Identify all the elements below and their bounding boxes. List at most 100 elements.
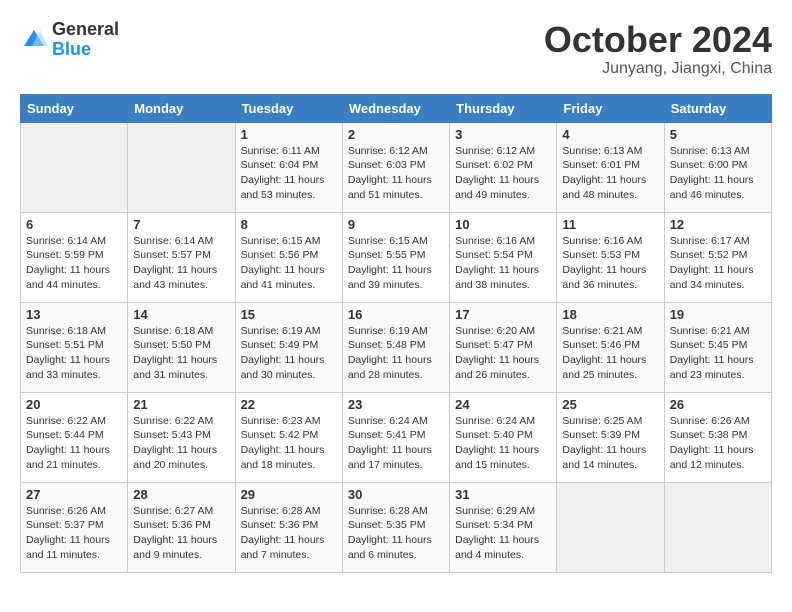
day-number: 22 bbox=[241, 397, 337, 412]
week-row-1: 1 Sunrise: 6:11 AM Sunset: 6:04 PM Daylig… bbox=[21, 122, 772, 212]
day-cell bbox=[664, 482, 771, 572]
day-cell: 28 Sunrise: 6:27 AM Sunset: 5:36 PM Dayli… bbox=[128, 482, 235, 572]
day-number: 23 bbox=[348, 397, 444, 412]
day-detail: Sunrise: 6:12 AM Sunset: 6:02 PM Dayligh… bbox=[455, 144, 551, 203]
day-cell: 23 Sunrise: 6:24 AM Sunset: 5:41 PM Dayli… bbox=[342, 392, 449, 482]
day-detail: Sunrise: 6:16 AM Sunset: 5:54 PM Dayligh… bbox=[455, 234, 551, 293]
weekday-header-friday: Friday bbox=[557, 94, 664, 122]
day-number: 29 bbox=[241, 487, 337, 502]
day-number: 1 bbox=[241, 127, 337, 142]
day-cell: 16 Sunrise: 6:19 AM Sunset: 5:48 PM Dayli… bbox=[342, 302, 449, 392]
day-detail: Sunrise: 6:16 AM Sunset: 5:53 PM Dayligh… bbox=[562, 234, 658, 293]
day-cell: 6 Sunrise: 6:14 AM Sunset: 5:59 PM Daylig… bbox=[21, 212, 128, 302]
day-cell: 17 Sunrise: 6:20 AM Sunset: 5:47 PM Dayli… bbox=[450, 302, 557, 392]
day-detail: Sunrise: 6:23 AM Sunset: 5:42 PM Dayligh… bbox=[241, 414, 337, 473]
day-cell: 5Sunrise: 6:13 AM Sunset: 6:00 PM Daylig… bbox=[664, 122, 771, 212]
logo-icon bbox=[20, 26, 48, 54]
week-row-5: 27Sunrise: 6:26 AM Sunset: 5:37 PM Dayli… bbox=[21, 482, 772, 572]
day-detail: Sunrise: 6:15 AM Sunset: 5:55 PM Dayligh… bbox=[348, 234, 444, 293]
day-detail: Sunrise: 6:18 AM Sunset: 5:50 PM Dayligh… bbox=[133, 324, 229, 383]
day-detail: Sunrise: 6:24 AM Sunset: 5:40 PM Dayligh… bbox=[455, 414, 551, 473]
day-number: 6 bbox=[26, 217, 122, 232]
calendar-table: SundayMondayTuesdayWednesdayThursdayFrid… bbox=[20, 94, 772, 573]
logo-blue-text: Blue bbox=[52, 39, 91, 59]
day-number: 21 bbox=[133, 397, 229, 412]
day-number: 12 bbox=[670, 217, 766, 232]
weekday-header-saturday: Saturday bbox=[664, 94, 771, 122]
day-cell: 15 Sunrise: 6:19 AM Sunset: 5:49 PM Dayli… bbox=[235, 302, 342, 392]
day-cell: 8 Sunrise: 6:15 AM Sunset: 5:56 PM Daylig… bbox=[235, 212, 342, 302]
day-number: 2 bbox=[348, 127, 444, 142]
day-cell: 11 Sunrise: 6:16 AM Sunset: 5:53 PM Dayli… bbox=[557, 212, 664, 302]
day-number: 5 bbox=[670, 127, 766, 142]
day-detail: Sunrise: 6:21 AM Sunset: 5:45 PM Dayligh… bbox=[670, 324, 766, 383]
day-cell: 1 Sunrise: 6:11 AM Sunset: 6:04 PM Daylig… bbox=[235, 122, 342, 212]
day-number: 16 bbox=[348, 307, 444, 322]
day-detail: Sunrise: 6:24 AM Sunset: 5:41 PM Dayligh… bbox=[348, 414, 444, 473]
day-cell: 14Sunrise: 6:18 AM Sunset: 5:50 PM Dayli… bbox=[128, 302, 235, 392]
day-number: 4 bbox=[562, 127, 658, 142]
week-row-3: 13 Sunrise: 6:18 AM Sunset: 5:51 PM Dayli… bbox=[21, 302, 772, 392]
day-detail: Sunrise: 6:20 AM Sunset: 5:47 PM Dayligh… bbox=[455, 324, 551, 383]
day-number: 8 bbox=[241, 217, 337, 232]
weekday-header-wednesday: Wednesday bbox=[342, 94, 449, 122]
week-row-4: 20 Sunrise: 6:22 AM Sunset: 5:44 PM Dayli… bbox=[21, 392, 772, 482]
day-cell: 24Sunrise: 6:24 AM Sunset: 5:40 PM Dayli… bbox=[450, 392, 557, 482]
day-detail: Sunrise: 6:14 AM Sunset: 5:59 PM Dayligh… bbox=[26, 234, 122, 293]
day-detail: Sunrise: 6:22 AM Sunset: 5:43 PM Dayligh… bbox=[133, 414, 229, 473]
day-detail: Sunrise: 6:28 AM Sunset: 5:35 PM Dayligh… bbox=[348, 504, 444, 563]
day-number: 20 bbox=[26, 397, 122, 412]
day-detail: Sunrise: 6:19 AM Sunset: 5:49 PM Dayligh… bbox=[241, 324, 337, 383]
day-detail: Sunrise: 6:29 AM Sunset: 5:34 PM Dayligh… bbox=[455, 504, 551, 563]
weekday-header-monday: Monday bbox=[128, 94, 235, 122]
day-number: 28 bbox=[133, 487, 229, 502]
day-detail: Sunrise: 6:15 AM Sunset: 5:56 PM Dayligh… bbox=[241, 234, 337, 293]
day-detail: Sunrise: 6:22 AM Sunset: 5:44 PM Dayligh… bbox=[26, 414, 122, 473]
title-block: October 2024 Junyang, Jiangxi, China bbox=[544, 20, 772, 78]
day-cell: 26 Sunrise: 6:26 AM Sunset: 5:38 PM Dayli… bbox=[664, 392, 771, 482]
day-detail: Sunrise: 6:28 AM Sunset: 5:36 PM Dayligh… bbox=[241, 504, 337, 563]
day-number: 3 bbox=[455, 127, 551, 142]
day-number: 15 bbox=[241, 307, 337, 322]
day-detail: Sunrise: 6:21 AM Sunset: 5:46 PM Dayligh… bbox=[562, 324, 658, 383]
page-header: General Blue October 2024 Junyang, Jiang… bbox=[20, 20, 772, 78]
day-number: 13 bbox=[26, 307, 122, 322]
day-detail: Sunrise: 6:26 AM Sunset: 5:37 PM Dayligh… bbox=[26, 504, 122, 563]
day-cell bbox=[557, 482, 664, 572]
day-cell: 19Sunrise: 6:21 AM Sunset: 5:45 PM Dayli… bbox=[664, 302, 771, 392]
day-number: 26 bbox=[670, 397, 766, 412]
day-cell bbox=[21, 122, 128, 212]
day-number: 18 bbox=[562, 307, 658, 322]
logo-general-text: General bbox=[52, 19, 119, 39]
day-detail: Sunrise: 6:13 AM Sunset: 6:01 PM Dayligh… bbox=[562, 144, 658, 203]
day-number: 31 bbox=[455, 487, 551, 502]
day-number: 11 bbox=[562, 217, 658, 232]
logo: General Blue bbox=[20, 20, 119, 60]
weekday-header-row: SundayMondayTuesdayWednesdayThursdayFrid… bbox=[21, 94, 772, 122]
day-cell: 21 Sunrise: 6:22 AM Sunset: 5:43 PM Dayli… bbox=[128, 392, 235, 482]
weekday-header-thursday: Thursday bbox=[450, 94, 557, 122]
day-cell: 29 Sunrise: 6:28 AM Sunset: 5:36 PM Dayli… bbox=[235, 482, 342, 572]
day-number: 30 bbox=[348, 487, 444, 502]
day-cell: 13 Sunrise: 6:18 AM Sunset: 5:51 PM Dayli… bbox=[21, 302, 128, 392]
day-cell: 4 Sunrise: 6:13 AM Sunset: 6:01 PM Daylig… bbox=[557, 122, 664, 212]
weekday-header-tuesday: Tuesday bbox=[235, 94, 342, 122]
day-cell: 10Sunrise: 6:16 AM Sunset: 5:54 PM Dayli… bbox=[450, 212, 557, 302]
day-detail: Sunrise: 6:14 AM Sunset: 5:57 PM Dayligh… bbox=[133, 234, 229, 293]
day-cell: 20 Sunrise: 6:22 AM Sunset: 5:44 PM Dayli… bbox=[21, 392, 128, 482]
day-detail: Sunrise: 6:17 AM Sunset: 5:52 PM Dayligh… bbox=[670, 234, 766, 293]
day-cell: 27Sunrise: 6:26 AM Sunset: 5:37 PM Dayli… bbox=[21, 482, 128, 572]
day-cell: 31 Sunrise: 6:29 AM Sunset: 5:34 PM Dayli… bbox=[450, 482, 557, 572]
day-detail: Sunrise: 6:27 AM Sunset: 5:36 PM Dayligh… bbox=[133, 504, 229, 563]
day-cell: 2 Sunrise: 6:12 AM Sunset: 6:03 PM Daylig… bbox=[342, 122, 449, 212]
day-number: 25 bbox=[562, 397, 658, 412]
day-detail: Sunrise: 6:12 AM Sunset: 6:03 PM Dayligh… bbox=[348, 144, 444, 203]
day-detail: Sunrise: 6:11 AM Sunset: 6:04 PM Dayligh… bbox=[241, 144, 337, 203]
day-cell: 18 Sunrise: 6:21 AM Sunset: 5:46 PM Dayli… bbox=[557, 302, 664, 392]
day-detail: Sunrise: 6:18 AM Sunset: 5:51 PM Dayligh… bbox=[26, 324, 122, 383]
day-cell: 22 Sunrise: 6:23 AM Sunset: 5:42 PM Dayli… bbox=[235, 392, 342, 482]
location: Junyang, Jiangxi, China bbox=[544, 60, 772, 78]
day-number: 17 bbox=[455, 307, 551, 322]
day-detail: Sunrise: 6:19 AM Sunset: 5:48 PM Dayligh… bbox=[348, 324, 444, 383]
day-detail: Sunrise: 6:26 AM Sunset: 5:38 PM Dayligh… bbox=[670, 414, 766, 473]
